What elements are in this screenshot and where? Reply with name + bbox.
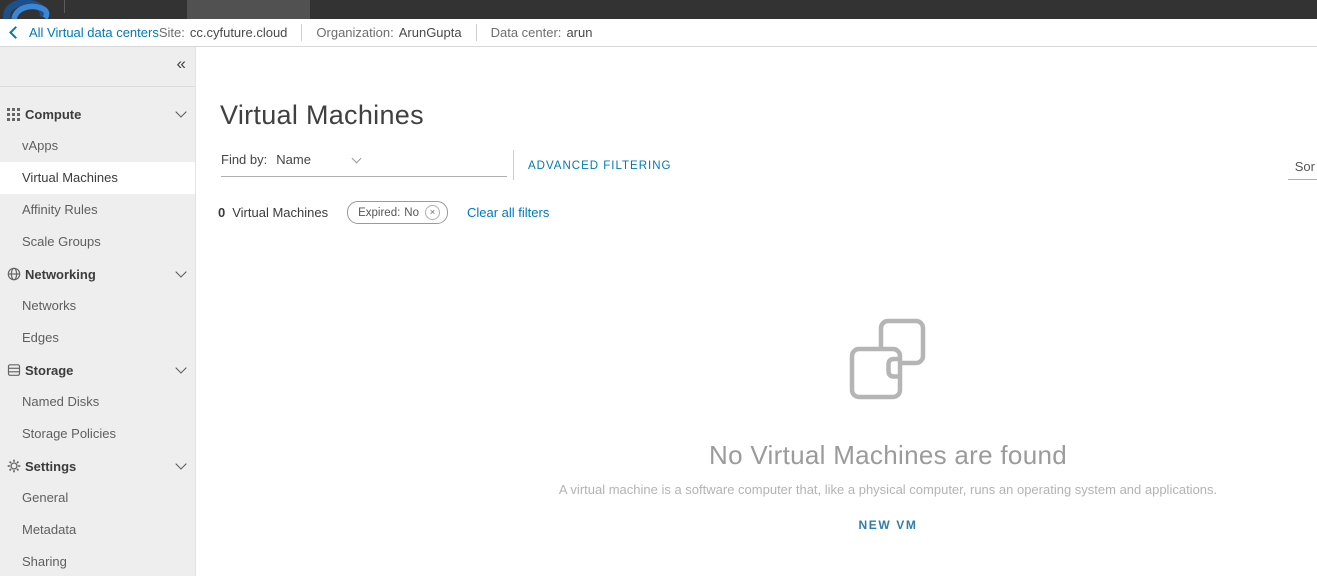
crumb-divider <box>476 24 477 41</box>
left-nav-sidebar: « Compute vApps Virtual Machines Affinit… <box>0 47 196 576</box>
nav-section-label: Storage <box>25 363 177 378</box>
sidebar-collapse-row: « <box>0 47 195 87</box>
filter-chip-value: No <box>404 207 419 219</box>
datacenter-info: Data center: arun <box>491 25 593 40</box>
topbar-active-tab[interactable] <box>187 0 310 19</box>
organization-label: Organization: <box>316 25 393 40</box>
nav-section-settings[interactable]: Settings <box>0 450 195 482</box>
collapse-sidebar-button[interactable]: « <box>177 54 186 73</box>
find-by-label: Find by: <box>221 152 267 167</box>
chevron-down-icon <box>175 266 186 277</box>
page-title: Virtual Machines <box>220 100 424 131</box>
top-app-bar <box>0 0 1317 19</box>
sidebar-item-scale-groups[interactable]: Scale Groups <box>0 226 195 258</box>
gear-icon <box>5 459 22 473</box>
remove-filter-icon[interactable]: × <box>425 205 440 220</box>
nav-section-storage[interactable]: Storage <box>0 354 195 386</box>
empty-state-title: No Virtual Machines are found <box>498 440 1278 471</box>
back-link-label: All Virtual data centers <box>29 25 159 40</box>
filter-chip-expired[interactable]: Expired: No × <box>347 201 448 224</box>
sidebar-item-sharing[interactable]: Sharing <box>0 546 195 578</box>
sidebar-item-storage-policies[interactable]: Storage Policies <box>0 418 195 450</box>
site-info: Site: cc.cyfuture.cloud <box>159 25 288 40</box>
nav-section-networking[interactable]: Networking <box>0 258 195 290</box>
empty-state: No Virtual Machines are found A virtual … <box>498 318 1278 532</box>
chevron-down-icon <box>175 362 186 373</box>
sort-control-underline <box>1288 179 1317 180</box>
nav-section-compute[interactable]: Compute <box>0 98 195 130</box>
organization-value: ArunGupta <box>399 25 462 40</box>
find-by-filter[interactable]: Find by: Name <box>221 152 507 177</box>
nav-section-label: Compute <box>25 107 177 122</box>
chevron-down-icon <box>175 458 186 469</box>
sidebar-item-vapps[interactable]: vApps <box>0 130 195 162</box>
main-content: Virtual Machines Find by: Name ADVANCED … <box>197 47 1317 576</box>
nav-section-label: Settings <box>25 459 177 474</box>
topbar-divider <box>64 0 65 13</box>
datacenter-label: Data center: <box>491 25 562 40</box>
results-summary-row: 0 Virtual Machines Expired: No × Clear a… <box>218 201 549 224</box>
storage-icon <box>5 363 22 377</box>
globe-icon <box>5 267 22 281</box>
sidebar-item-edges[interactable]: Edges <box>0 322 195 354</box>
sidebar-item-networks[interactable]: Networks <box>0 290 195 322</box>
clear-all-filters-link[interactable]: Clear all filters <box>467 205 549 220</box>
organization-info: Organization: ArunGupta <box>316 25 461 40</box>
grid-icon <box>5 108 22 121</box>
site-value: cc.cyfuture.cloud <box>190 25 288 40</box>
vendor-logo-icon <box>0 0 62 19</box>
site-label: Site: <box>159 25 185 40</box>
new-vm-button[interactable]: NEW VM <box>498 518 1278 532</box>
sidebar-nav: Compute vApps Virtual Machines Affinity … <box>0 87 195 578</box>
results-count: 0 <box>218 205 225 220</box>
sidebar-item-affinity-rules[interactable]: Affinity Rules <box>0 194 195 226</box>
sidebar-item-metadata[interactable]: Metadata <box>0 514 195 546</box>
chevron-down-icon <box>175 106 186 117</box>
chevron-down-icon <box>351 153 361 163</box>
chevron-left-icon <box>9 26 22 39</box>
back-to-datacenters-link[interactable]: All Virtual data centers <box>9 25 159 40</box>
empty-state-subtitle: A virtual machine is a software computer… <box>498 482 1278 497</box>
crumb-divider <box>301 24 302 41</box>
breadcrumb: All Virtual data centers Site: cc.cyfutu… <box>0 19 1317 47</box>
virtual-machines-icon <box>849 318 927 407</box>
sidebar-item-general[interactable]: General <box>0 482 195 514</box>
results-count-label: Virtual Machines <box>232 205 328 220</box>
advanced-filtering-link[interactable]: ADVANCED FILTERING <box>528 160 671 172</box>
filter-chip-label: Expired: <box>358 207 400 219</box>
toolbar-divider <box>513 150 514 180</box>
sort-control-cutoff[interactable]: Sor <box>1295 159 1315 174</box>
find-by-value-dropdown[interactable]: Name <box>276 152 311 167</box>
sidebar-item-virtual-machines[interactable]: Virtual Machines <box>0 162 195 194</box>
datacenter-value: arun <box>566 25 592 40</box>
nav-section-label: Networking <box>25 267 177 282</box>
sidebar-item-named-disks[interactable]: Named Disks <box>0 386 195 418</box>
